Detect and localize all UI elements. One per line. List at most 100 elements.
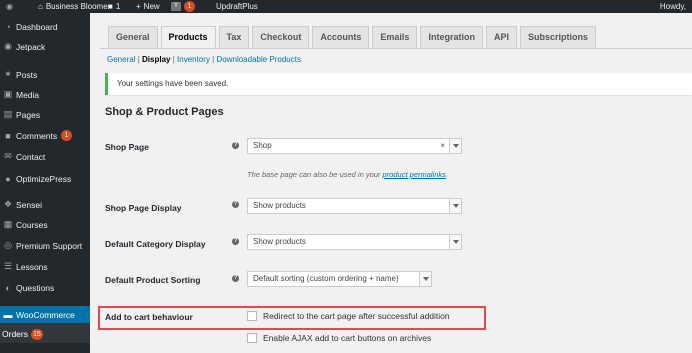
tab-products[interactable]: Products: [160, 26, 216, 48]
ajax-add-to-cart-label: Enable AJAX add to cart buttons on archi…: [263, 333, 432, 343]
optimizepress-icon: ●: [5, 173, 11, 184]
submenu-item-orders[interactable]: Orders 15: [0, 327, 90, 341]
sidebar-item-media[interactable]: ▣ Media: [0, 86, 90, 103]
sidebar-item-label: Lessons: [16, 261, 48, 272]
admin-bar: ◉ ⌂ Business Bloomer ■ 1 + New Y 1 Updra…: [0, 0, 692, 13]
help-tip-icon[interactable]: ?: [232, 142, 239, 149]
sidebar-item-pages[interactable]: ▤ Pages: [0, 106, 90, 123]
subsection-general[interactable]: General: [107, 55, 135, 64]
redirect-to-cart-label: Redirect to the cart page after successf…: [263, 311, 450, 321]
help-tip-icon[interactable]: ?: [232, 275, 239, 282]
tab-general[interactable]: General: [108, 26, 158, 48]
orders-label: Orders: [2, 329, 28, 339]
redirect-to-cart-option[interactable]: Redirect to the cart page after successf…: [247, 311, 450, 321]
sidebar-item-label: Pages: [16, 109, 41, 120]
shop-page-label: Shop Page: [105, 142, 149, 152]
section-title: Shop & Product Pages: [105, 106, 224, 118]
sidebar-item-courses[interactable]: ▦ Courses: [0, 216, 90, 233]
admin-bar-comments[interactable]: ■ 1: [108, 0, 120, 13]
comments-count-badge: 1: [61, 130, 73, 141]
sidebar-item-comments[interactable]: ■ Comments 1: [0, 127, 90, 144]
sidebar-item-label: Premium Support: [16, 240, 83, 251]
woocommerce-icon: ▬: [3, 309, 13, 320]
jetpack-icon: ◉: [4, 41, 12, 51]
sidebar-item-label: Questions: [16, 282, 55, 293]
pin-icon: ✶: [4, 69, 12, 79]
comments-icon: ■: [5, 130, 11, 141]
sidebar-item-sensei[interactable]: ❖ Sensei: [0, 196, 90, 213]
sidebar-item-dashboard[interactable]: ◔ Dashboard: [0, 18, 90, 35]
tab-tax[interactable]: Tax: [218, 26, 250, 48]
lessons-icon: ☰: [3, 261, 13, 271]
sidebar-item-premium-support[interactable]: ◎ Premium Support: [0, 237, 90, 254]
sidebar-item-label: Jetpack: [16, 41, 46, 52]
courses-icon: ▦: [3, 219, 13, 229]
settings-tabs: General Products Tax Checkout Accounts Emails…: [108, 26, 599, 48]
site-name: Business Bloomer: [45, 2, 111, 11]
howdy-user-menu[interactable]: Howdy,: [660, 0, 686, 13]
sidebar-item-optimizepress[interactable]: ● OptimizePress: [0, 170, 90, 187]
questions-icon: ◐: [5, 282, 11, 293]
site-name-link[interactable]: ⌂ Business Bloomer: [38, 0, 110, 13]
product-subsections: General | Display | Inventory | Download…: [107, 55, 301, 64]
chevron-down-icon[interactable]: [419, 272, 431, 286]
product-permalinks-link[interactable]: product permalinks: [383, 170, 446, 179]
help-tip-icon[interactable]: ?: [232, 201, 239, 208]
sidebar-item-jetpack[interactable]: ◉ Jetpack: [0, 38, 90, 55]
dashboard-icon: ◔: [5, 21, 11, 32]
subsection-downloadable-products[interactable]: Downloadable Products: [216, 55, 301, 64]
shop-page-display-value: Show products: [253, 201, 306, 210]
comment-icon: ■: [108, 2, 113, 11]
add-to-cart-label: Add to cart behaviour: [105, 312, 193, 322]
sidebar-item-label: Courses: [16, 219, 48, 230]
sidebar-item-label: Comments: [16, 130, 58, 141]
description-period: .: [445, 170, 448, 179]
home-icon: ⌂: [38, 2, 43, 11]
sidebar-item-label: Dashboard: [16, 21, 58, 32]
comments-count: 1: [115, 2, 121, 11]
tab-emails[interactable]: Emails: [372, 26, 418, 48]
admin-bar-updraftplus[interactable]: UpdraftPlus: [216, 0, 258, 13]
tab-checkout[interactable]: Checkout: [252, 26, 310, 48]
shop-page-display-select[interactable]: Show products: [247, 198, 462, 214]
tab-accounts[interactable]: Accounts: [312, 26, 370, 48]
subsection-display[interactable]: Display: [142, 55, 170, 64]
wordpress-logo-icon[interactable]: ◉: [6, 0, 13, 13]
sidebar-item-label: OptimizePress: [16, 173, 72, 184]
sidebar-item-label: Sensei: [16, 199, 42, 210]
admin-bar-new[interactable]: + New: [136, 0, 160, 13]
chevron-down-icon[interactable]: [449, 235, 461, 249]
plus-icon: +: [136, 2, 141, 11]
yoast-count-badge: 1: [184, 1, 195, 12]
shop-page-description: The base page can also be used in your p…: [247, 170, 448, 179]
category-display-label: Default Category Display: [105, 239, 206, 249]
category-display-select[interactable]: Show products: [247, 234, 462, 250]
chevron-down-icon[interactable]: [449, 199, 461, 213]
sidebar-item-questions[interactable]: ◐ Questions: [0, 279, 90, 296]
sidebar-item-label: Posts: [16, 69, 38, 80]
shop-page-select[interactable]: Shop ×: [247, 138, 462, 154]
sidebar-item-woocommerce[interactable]: ▬ WooCommerce: [0, 306, 90, 323]
ajax-add-to-cart-option[interactable]: Enable AJAX add to cart buttons on archi…: [247, 333, 431, 343]
clear-selection-icon[interactable]: ×: [440, 139, 445, 153]
shop-page-display-label: Shop Page Display: [105, 203, 182, 213]
admin-bar-yoast[interactable]: Y 1: [171, 0, 195, 13]
sidebar-item-contact[interactable]: ✉ Contact: [0, 148, 90, 165]
new-label: New: [143, 2, 160, 11]
ajax-add-to-cart-checkbox[interactable]: [247, 333, 257, 343]
product-sorting-select[interactable]: Default sorting (custom ordering + name): [247, 271, 432, 287]
tab-integration[interactable]: Integration: [420, 26, 483, 48]
tab-api[interactable]: API: [485, 26, 517, 48]
sidebar-item-label: Media: [16, 89, 40, 100]
tab-subscriptions[interactable]: Subscriptions: [519, 26, 596, 48]
sidebar-item-label: Contact: [16, 151, 46, 162]
subsection-inventory[interactable]: Inventory: [177, 55, 210, 64]
chevron-down-icon[interactable]: [449, 139, 461, 153]
category-display-value: Show products: [253, 237, 306, 246]
product-sorting-label: Default Product Sorting: [105, 275, 201, 285]
help-tip-icon[interactable]: ?: [232, 238, 239, 245]
sidebar-item-posts[interactable]: ✶ Posts: [0, 66, 90, 83]
redirect-to-cart-checkbox[interactable]: [247, 311, 257, 321]
sidebar-item-lessons[interactable]: ☰ Lessons: [0, 258, 90, 275]
orders-count-badge: 15: [30, 328, 43, 340]
